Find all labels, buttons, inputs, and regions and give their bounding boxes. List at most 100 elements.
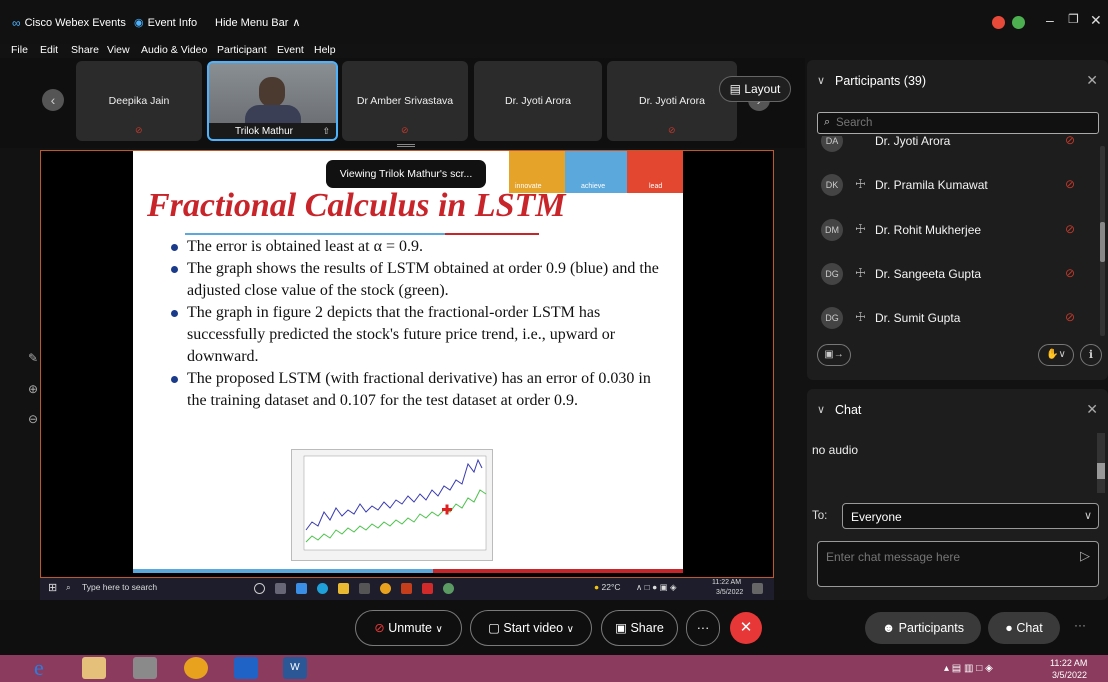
avatar: DG <box>821 263 843 285</box>
layout-icon: ▤ <box>729 82 741 96</box>
video-tile-jyoti-1[interactable]: Dr. Jyoti Arora <box>474 61 602 141</box>
video-tile-trilok[interactable]: Trilok Mathur ⇧ <box>207 61 338 141</box>
participant-search-field[interactable]: ⌕ <box>817 112 1099 134</box>
participant-row[interactable]: DG ☩ Dr. Sumit Gupta ⊘ <box>807 302 1097 332</box>
task-view-icon <box>275 583 286 594</box>
event-info-button[interactable]: ◉ Event Info <box>134 16 197 30</box>
strip-prev-button[interactable]: ‹ <box>42 89 64 111</box>
zoom-out-icon[interactable]: ⊖ <box>22 412 44 438</box>
chevron-down-icon[interactable]: ∨ <box>817 74 825 87</box>
chat-input[interactable] <box>826 548 1066 566</box>
expand-panel-button[interactable]: ▣→ <box>817 344 851 366</box>
menu-audio-video[interactable]: Audio & Video <box>141 44 207 56</box>
zoom-in-icon[interactable]: ⊕ <box>22 382 44 408</box>
chrome-taskbar-icon[interactable] <box>184 657 208 679</box>
participant-row[interactable]: DK ☩ Dr. Pramila Kumawat ⊘ <box>807 169 1097 199</box>
mail-icon <box>296 583 307 594</box>
shared-screen: innovate achieve lead Fractional Calculu… <box>40 150 774 578</box>
menu-participant[interactable]: Participant <box>217 44 267 56</box>
chat-input-box[interactable]: ▷ <box>817 541 1099 587</box>
participant-list: DA Dr. Jyoti Arora ⊘ DK ☩ Dr. Pramila Ku… <box>807 136 1097 340</box>
participant-row[interactable]: DA Dr. Jyoti Arora ⊘ <box>807 136 1097 155</box>
participant-row[interactable]: DM ☩ Dr. Rohit Mukherjee ⊘ <box>807 214 1097 244</box>
more-panels-button[interactable]: ··· <box>1074 618 1086 632</box>
menu-file[interactable]: File <box>11 44 28 56</box>
cursor-cross-vert <box>445 504 449 515</box>
chat-scrollbar[interactable] <box>1097 433 1105 493</box>
mic-muted-icon: ⊘ <box>374 621 385 635</box>
close-participants-icon[interactable]: ✕ <box>1086 72 1098 89</box>
webex-logo-icon: ∞ <box>12 16 21 30</box>
internet-explorer-icon[interactable]: e <box>34 657 58 679</box>
menu-edit[interactable]: Edit <box>40 44 58 56</box>
app-icon <box>443 583 454 594</box>
chevron-left-icon: ‹ <box>50 92 56 108</box>
restore-icon[interactable]: ❐ <box>1068 12 1079 26</box>
participants-button[interactable]: ☻ Participants <box>865 612 981 644</box>
slide-bullets: The error is obtained least at α = 0.9. … <box>169 236 669 412</box>
chevron-down-icon: ∨ <box>1083 510 1092 522</box>
participant-search-input[interactable] <box>836 114 1086 132</box>
send-icon[interactable]: ▷ <box>1080 548 1090 564</box>
video-tile-jyoti-2[interactable]: Dr. Jyoti Arora ⊘ <box>607 61 737 141</box>
share-icon: ▣ <box>615 621 627 635</box>
search-icon: ⌕ <box>824 116 831 128</box>
raise-hand-button[interactable]: ✋∨ <box>1038 344 1074 366</box>
slide-band-red: lead <box>627 151 683 193</box>
word-icon[interactable]: W <box>283 657 307 679</box>
share-button[interactable]: ▣ Share <box>601 610 678 646</box>
edge-icon <box>317 583 328 594</box>
participants-panel: ∨ Participants (39) ✕ ⌕ DA Dr. Jyoti Aro… <box>807 60 1108 380</box>
shared-search-placeholder: Type here to search <box>82 582 158 592</box>
avatar: DM <box>821 219 843 241</box>
viewing-share-tag[interactable]: Viewing Trilok Mathur's scr... <box>326 160 486 188</box>
muted-mic-icon: ⊘ <box>1064 310 1075 324</box>
annotate-icon[interactable]: ✎ <box>22 351 44 377</box>
bullet-item: The proposed LSTM (with fractional deriv… <box>169 368 669 412</box>
close-window-icon[interactable]: ✕ <box>1090 12 1102 29</box>
cortana-icon <box>254 583 265 594</box>
menu-event[interactable]: Event <box>277 44 304 56</box>
video-tile-deepika[interactable]: Deepika Jain ⊘ <box>76 61 202 141</box>
slide-title: Fractional Calculus in LSTM <box>147 187 566 224</box>
muted-mic-icon: ⊘ <box>668 125 676 135</box>
user-app-icon[interactable] <box>133 657 157 679</box>
title-bar: ∞ Cisco Webex Events ◉ Event Info Hide M… <box>0 0 1108 56</box>
close-chat-icon[interactable]: ✕ <box>1086 401 1098 418</box>
start-video-button[interactable]: ▢ Start video ∨ <box>470 610 592 646</box>
strip-resize-handle[interactable] <box>397 144 415 147</box>
chevron-down-icon[interactable]: ∨ <box>817 403 825 416</box>
video-off-icon: ▢ <box>488 621 500 635</box>
chat-button[interactable]: ● Chat <box>988 612 1060 644</box>
minimize-icon[interactable]: – <box>1046 12 1054 28</box>
more-options-button[interactable]: ··· <box>686 610 720 646</box>
headset-icon: ☩ <box>855 222 866 236</box>
menu-share[interactable]: Share <box>71 44 99 56</box>
participant-scrollbar[interactable] <box>1100 146 1105 336</box>
hide-menu-bar-button[interactable]: Hide Menu Bar ∧ <box>215 16 300 30</box>
participant-row[interactable]: DG ☩ Dr. Sangeeta Gupta ⊘ <box>807 258 1097 288</box>
file-explorer-icon[interactable] <box>82 657 106 679</box>
scrollbar-thumb[interactable] <box>1097 463 1105 479</box>
chat-recipient-select[interactable]: Everyone ∨ <box>842 503 1099 529</box>
layout-button[interactable]: ▤ Layout <box>719 76 791 102</box>
app-title: ∞ Cisco Webex Events <box>12 16 126 30</box>
stock-prediction-chart <box>291 449 493 561</box>
panel-info-button[interactable]: ℹ <box>1080 344 1102 366</box>
menu-view[interactable]: View <box>107 44 130 56</box>
scrollbar-thumb[interactable] <box>1100 222 1105 262</box>
slide-band-blue: achieve <box>565 151 627 193</box>
muted-mic-icon: ⊘ <box>135 125 143 135</box>
shared-search-icon: ⌕ <box>66 582 71 592</box>
slide-bottom-red <box>433 569 683 573</box>
info-icon: ◉ <box>134 17 144 29</box>
headset-icon: ☩ <box>855 177 866 191</box>
leave-meeting-button[interactable]: ✕ <box>730 612 762 644</box>
recording-icon <box>992 16 1005 29</box>
avatar: DK <box>821 174 843 196</box>
unmute-button[interactable]: ⊘ Unmute ∨ <box>355 610 462 646</box>
webex-taskbar-icon[interactable] <box>234 657 258 679</box>
tray-icons[interactable]: ▴ ▤ ▥ □ ◈ <box>944 663 993 674</box>
menu-help[interactable]: Help <box>314 44 336 56</box>
video-tile-amber[interactable]: Dr Amber Srivastava ⊘ <box>342 61 468 141</box>
